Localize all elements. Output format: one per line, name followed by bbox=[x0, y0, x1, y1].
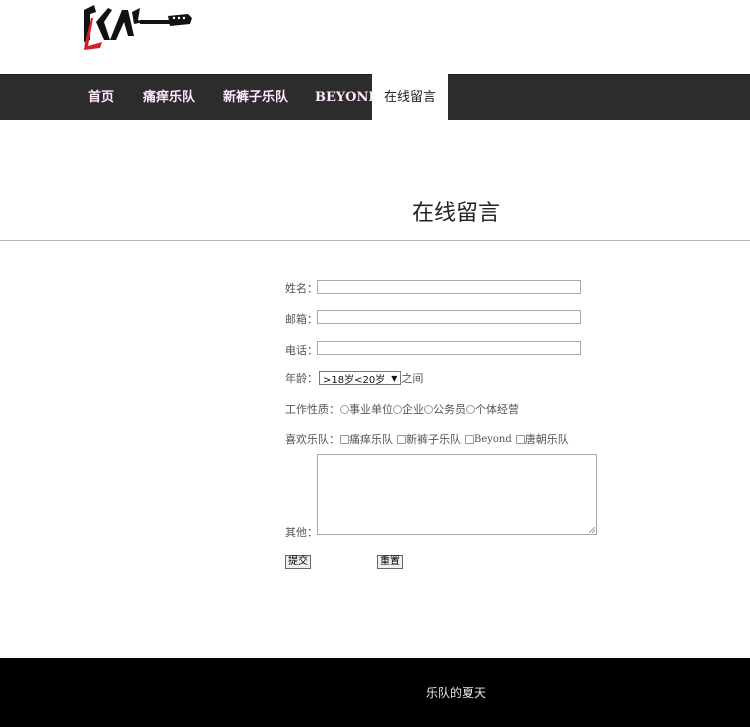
job-option-label: 公务员 bbox=[433, 403, 466, 416]
nav-item-xinkuzi[interactable]: 新裤子乐队 bbox=[223, 75, 288, 121]
nav-item-beyond[interactable]: BEYOND bbox=[315, 75, 380, 121]
phone-label: 电话： bbox=[285, 344, 318, 357]
email-label: 邮箱： bbox=[285, 313, 318, 326]
band-row: 喜欢乐队： 痛痒乐队 新裤子乐队 Beyond 唐朝乐队 bbox=[285, 432, 569, 446]
name-input[interactable] bbox=[317, 280, 581, 294]
job-label: 工作性质： bbox=[285, 403, 340, 416]
main-nav: 首页 痛痒乐队 新裤子乐队 BEYOND 在线留言 bbox=[0, 74, 750, 122]
submit-button[interactable]: 提交 bbox=[285, 555, 311, 569]
nav-item-tongyang[interactable]: 痛痒乐队 bbox=[143, 75, 195, 121]
title-divider bbox=[0, 240, 750, 241]
job-option-label: 企业 bbox=[402, 403, 424, 416]
reset-button[interactable]: 重置 bbox=[377, 555, 403, 569]
name-label: 姓名： bbox=[285, 282, 318, 295]
band-checkbox-tangchao[interactable] bbox=[515, 434, 525, 444]
footer-text: 乐队的夏天 bbox=[425, 686, 486, 700]
age-suffix: 之间 bbox=[401, 372, 424, 385]
other-textarea[interactable] bbox=[317, 454, 597, 535]
age-label: 年龄： bbox=[285, 372, 318, 385]
page-title: 在线留言 bbox=[411, 201, 500, 226]
resize-grip-icon[interactable] bbox=[589, 527, 595, 533]
logo bbox=[84, 5, 192, 50]
dropdown-arrow-icon: ▼ bbox=[391, 373, 398, 383]
age-row: 年龄： >18岁<20岁 ▼ 之间 bbox=[285, 371, 424, 386]
job-option-label: 个体经营 bbox=[475, 403, 519, 416]
band-option-label: 新裤子乐队 bbox=[406, 433, 461, 446]
band-option-label: 唐朝乐队 bbox=[524, 433, 569, 446]
band-option-label: 痛痒乐队 bbox=[349, 433, 393, 446]
other-label: 其他： bbox=[285, 526, 318, 539]
job-radio-geti[interactable] bbox=[466, 404, 475, 414]
band-checkbox-xinkuzi[interactable] bbox=[397, 434, 406, 444]
band-checkbox-beyond[interactable] bbox=[465, 434, 474, 444]
phone-input[interactable] bbox=[317, 341, 581, 355]
job-radio-qiye[interactable] bbox=[393, 404, 402, 414]
job-row: 工作性质： 事业单位 企业 公务员 个体经营 bbox=[285, 402, 519, 416]
nav-item-home[interactable]: 首页 bbox=[88, 75, 114, 121]
age-select-value: >18岁<20岁 bbox=[323, 374, 386, 386]
age-select[interactable]: >18岁<20岁 ▼ bbox=[319, 371, 402, 386]
band-checkbox-tongyang[interactable] bbox=[340, 434, 349, 444]
band-label: 喜欢乐队： bbox=[285, 433, 340, 446]
job-radio-shiye[interactable] bbox=[340, 404, 349, 414]
job-radio-gongwuyuan[interactable] bbox=[424, 404, 433, 414]
job-option-label: 事业单位 bbox=[349, 403, 393, 416]
band-option-label: Beyond bbox=[474, 433, 512, 445]
email-input[interactable] bbox=[317, 310, 581, 324]
nav-item-guestbook[interactable]: 在线留言 bbox=[372, 74, 449, 122]
